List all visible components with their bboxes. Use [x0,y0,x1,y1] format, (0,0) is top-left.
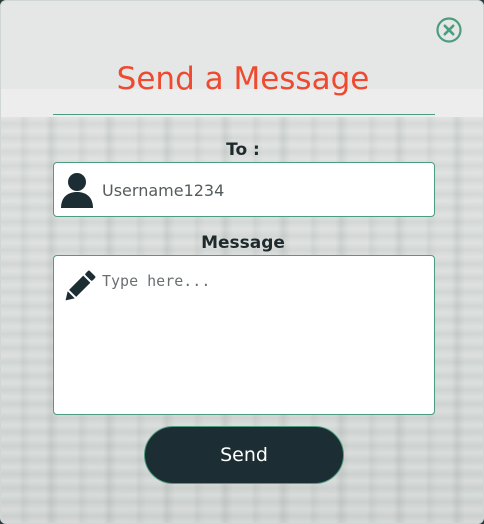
pencil-icon [65,270,96,301]
to-field[interactable] [53,162,435,217]
dialog-title: Send a Message [116,61,370,97]
user-icon [61,173,93,208]
send-button[interactable]: Send [144,426,344,484]
message-textarea[interactable] [102,272,424,404]
username-input[interactable] [102,175,422,205]
to-label: To : [226,140,260,160]
close-circle-icon [436,17,462,43]
send-message-dialog: Send a Message To : Message Send [0,0,484,524]
message-field[interactable] [53,255,435,415]
message-label: Message [201,233,285,253]
title-divider [53,114,435,115]
close-button[interactable] [436,17,462,43]
